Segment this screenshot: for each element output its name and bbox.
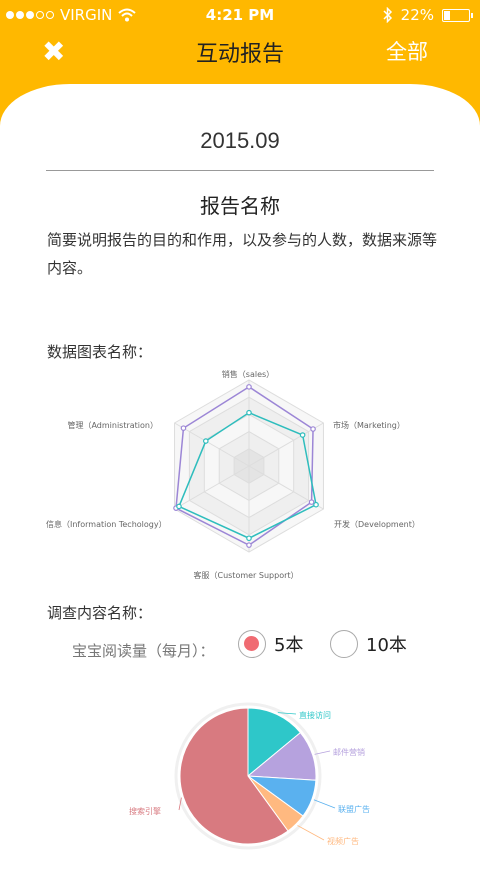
pie-label-line (313, 799, 336, 809)
radar-point (313, 501, 319, 508)
report-date: 2015.09 (200, 128, 280, 153)
chart-section-title: 数据图表名称： (47, 343, 153, 361)
survey-question: 宝宝阅读量（每月）： (72, 642, 215, 660)
radio-option-label: 5本 (274, 635, 304, 656)
radar-point (246, 384, 252, 390)
radar-point (180, 425, 187, 431)
radar-point (299, 432, 306, 438)
radar-point (246, 542, 252, 548)
radar-indicator-label: 信息（Information Techology） (46, 519, 167, 529)
radar-point (246, 409, 252, 416)
radar-point (203, 438, 209, 444)
radio-option-5[interactable]: 5本 (238, 630, 303, 658)
status-bar: VIRGIN 4:21 PM 22% (0, 0, 480, 30)
survey-title: 调查内容名称： (47, 604, 153, 622)
radar-point (310, 426, 316, 432)
radar-indicator-label: 管理（Administration） (67, 420, 158, 430)
pie-slice-label: 邮件营销 (333, 747, 365, 757)
radio-selected-icon (238, 630, 266, 658)
bluetooth-icon (383, 7, 392, 23)
divider (46, 170, 434, 171)
pie-label-line (297, 825, 325, 841)
report-description: 简要说明报告的目的和作用，以及参与的人数，数据来源等内容。 (47, 231, 438, 277)
battery-percent: 22% (400, 6, 434, 24)
radar-point (176, 503, 182, 510)
radar-indicator-label: 客服（Customer Support） (193, 570, 298, 580)
status-right-group: 22% (383, 6, 473, 24)
radio-option-label: 10本 (366, 635, 407, 656)
radar-indicator-label: 市场（Marketing） (333, 420, 405, 430)
radio-option-10[interactable]: 10本 (330, 630, 407, 658)
pie-slice-label: 视频广告 (327, 836, 359, 846)
pie-slice-label: 直接访问 (299, 710, 331, 720)
radio-unselected-icon (330, 630, 358, 658)
report-title: 报告名称 (200, 194, 280, 218)
pie-slice-label: 联盟广告 (338, 804, 370, 814)
radar-point (308, 499, 315, 505)
pie-chart: 直接访问邮件营销联盟广告视频广告 搜索引擎 (129, 702, 370, 850)
all-button[interactable]: 全部 (386, 36, 428, 66)
radar-point (246, 535, 252, 542)
radar-chart: 销售（sales） 市场（Marketing） 开发（Development） 客服（… (46, 369, 420, 580)
radar-indicator-label: 开发（Development） (334, 519, 420, 529)
battery-icon (442, 8, 473, 22)
radar-indicator-label: 销售（sales） (222, 369, 274, 379)
nav-bar: ✖ 互动报告 全部 (0, 30, 480, 74)
pie-slice-label: 搜索引擎 (129, 806, 161, 816)
